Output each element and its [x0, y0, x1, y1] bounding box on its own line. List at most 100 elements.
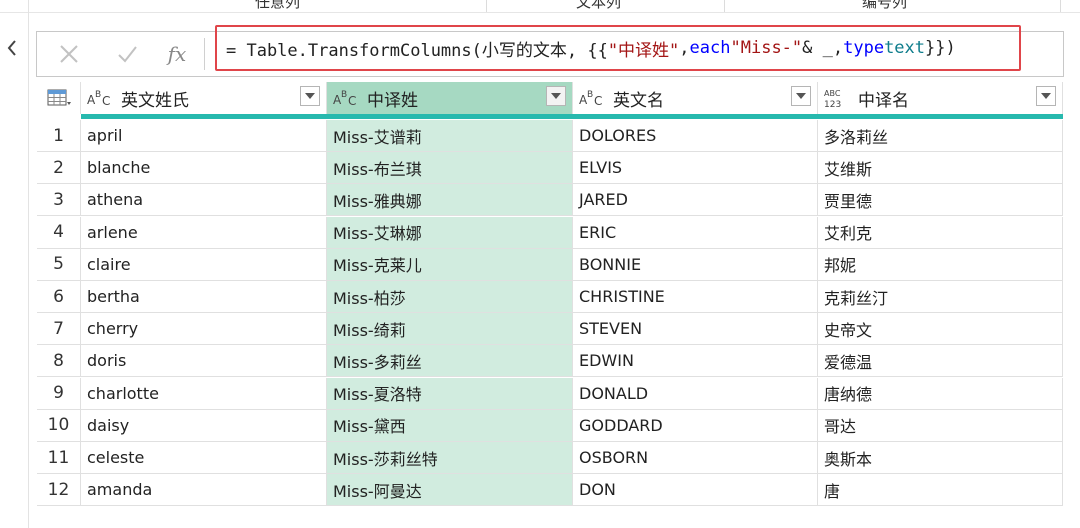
table-cell[interactable]: arlene	[81, 216, 327, 249]
commit-button[interactable]	[107, 32, 147, 76]
table-cell[interactable]: 贾里德	[818, 184, 1063, 217]
table-cell[interactable]: DOLORES	[573, 120, 818, 152]
dropdown-arrow-icon	[305, 93, 315, 99]
column-filter-button[interactable]	[300, 86, 320, 106]
column-name: 英文姓氏	[121, 90, 189, 111]
table-cell[interactable]: GODDARD	[573, 409, 818, 442]
table-row[interactable]: 8 doris Miss-多莉丝 EDWIN 爱德温	[37, 345, 1063, 378]
table-cell[interactable]: amanda	[81, 474, 327, 507]
table-menu-button[interactable]	[37, 82, 81, 114]
formula-keyword: each	[689, 38, 731, 58]
table-cell[interactable]: DONALD	[573, 377, 818, 410]
svg-text:C: C	[102, 94, 110, 108]
column-header-chinese-given-name[interactable]: ABC 123 中译名	[818, 82, 1063, 114]
table-cell[interactable]: Miss-莎莉丝特	[327, 442, 573, 474]
table-cell[interactable]: 艾利克	[818, 216, 1063, 249]
table-icon	[47, 89, 71, 106]
table-cell[interactable]: Miss-克莱儿	[327, 248, 573, 281]
table-cell[interactable]: cherry	[81, 313, 327, 346]
table-cell[interactable]: 哥达	[818, 409, 1063, 442]
table-cell[interactable]: celeste	[81, 442, 327, 474]
table-row[interactable]: 12 amanda Miss-阿曼达 DON 唐	[37, 474, 1063, 507]
svg-text:B: B	[95, 90, 101, 100]
table-row[interactable]: 1 april Miss-艾谱莉 DOLORES 多洛莉丝	[37, 120, 1063, 152]
table-cell[interactable]: 艾维斯	[818, 152, 1063, 185]
table-row[interactable]: 9 charlotte Miss-夏洛特 DONALD 唐纳德	[37, 377, 1063, 410]
ribbon-label-any-column[interactable]: 任意列	[255, 0, 300, 12]
table-cell[interactable]: Miss-夏洛特	[327, 377, 573, 410]
table-cell[interactable]: blanche	[81, 152, 327, 185]
table-cell[interactable]: 邦妮	[818, 248, 1063, 281]
table-cell[interactable]: Miss-艾琳娜	[327, 216, 573, 249]
formula-input[interactable]: = Table.TransformColumns(小写的文本, {{"中译姓",…	[215, 25, 1021, 71]
table-cell[interactable]: Miss-艾谱莉	[327, 120, 573, 152]
table-cell[interactable]: 史帝文	[818, 313, 1063, 346]
table-cell[interactable]: STEVEN	[573, 313, 818, 346]
table-row[interactable]: 3 athena Miss-雅典娜 JARED 贾里德	[37, 184, 1063, 217]
ribbon-separator	[724, 0, 725, 12]
table-cell[interactable]: BONNIE	[573, 248, 818, 281]
table-cell[interactable]: Miss-阿曼达	[327, 474, 573, 507]
row-number: 9	[37, 377, 81, 410]
table-cell[interactable]: daisy	[81, 409, 327, 442]
ribbon-separator	[1060, 0, 1061, 12]
table-cell[interactable]: Miss-柏莎	[327, 281, 573, 313]
table-cell[interactable]: Miss-布兰琪	[327, 152, 573, 185]
column-name: 中译名	[858, 90, 909, 111]
table-cell[interactable]: april	[81, 120, 327, 152]
table-row[interactable]: 11 celeste Miss-莎莉丝特 OSBORN 奥斯本	[37, 442, 1063, 474]
row-number: 7	[37, 313, 81, 346]
svg-text:B: B	[341, 90, 347, 100]
ribbon-label-text-column[interactable]: 文本列	[576, 0, 621, 12]
formula-string: "中译姓"	[607, 40, 680, 61]
table-cell[interactable]: EDWIN	[573, 345, 818, 378]
row-number: 3	[37, 184, 81, 217]
fx-icon: fx	[167, 42, 187, 66]
column-header-chinese-surname[interactable]: A B C 中译姓	[327, 82, 573, 114]
table-cell[interactable]: ELVIS	[573, 152, 818, 185]
table-cell[interactable]: charlotte	[81, 377, 327, 410]
column-filter-button[interactable]	[1036, 86, 1056, 106]
table-cell[interactable]: 唐纳德	[818, 377, 1063, 410]
table-row[interactable]: 6 bertha Miss-柏莎 CHRISTINE 克莉丝汀	[37, 281, 1063, 313]
table-cell[interactable]: CHRISTINE	[573, 281, 818, 313]
ribbon-separator	[486, 0, 487, 12]
insert-function-button[interactable]: fx	[159, 32, 195, 76]
row-number: 6	[37, 281, 81, 313]
row-number: 4	[37, 216, 81, 249]
table-cell[interactable]: ERIC	[573, 216, 818, 249]
table-row[interactable]: 4 arlene Miss-艾琳娜 ERIC 艾利克	[37, 216, 1063, 249]
table-cell[interactable]: 奥斯本	[818, 442, 1063, 474]
table-cell[interactable]: 爱德温	[818, 345, 1063, 378]
table-cell[interactable]: doris	[81, 345, 327, 378]
table-row[interactable]: 10 daisy Miss-黛西 GODDARD 哥达	[37, 409, 1063, 442]
table-cell[interactable]: DON	[573, 474, 818, 507]
column-filter-button[interactable]	[546, 86, 566, 106]
collapse-queries-button[interactable]	[0, 30, 24, 66]
column-header-row: A B C 英文姓氏 A B C 中译姓 A B C 英文名 ABC 123 中…	[37, 82, 1063, 119]
table-cell[interactable]: 多洛莉丝	[818, 120, 1063, 152]
table-cell[interactable]: Miss-绮莉	[327, 313, 573, 346]
table-cell[interactable]: bertha	[81, 281, 327, 313]
table-cell[interactable]: Miss-雅典娜	[327, 184, 573, 217]
column-header-english-given-name[interactable]: A B C 英文名	[573, 82, 818, 114]
column-filter-button[interactable]	[791, 86, 811, 106]
ribbon-label-number-column[interactable]: 编号列	[862, 0, 907, 12]
column-header-english-surname[interactable]: A B C 英文姓氏	[81, 82, 327, 114]
formula-text: }})	[925, 38, 956, 58]
table-cell[interactable]: JARED	[573, 184, 818, 217]
table-cell[interactable]: Miss-多莉丝	[327, 345, 573, 378]
cancel-button[interactable]	[49, 32, 89, 76]
dropdown-arrow-icon	[796, 93, 806, 99]
table-cell[interactable]: athena	[81, 184, 327, 217]
table-cell[interactable]: claire	[81, 248, 327, 281]
formula-type: text	[884, 38, 926, 58]
table-row[interactable]: 2 blanche Miss-布兰琪 ELVIS 艾维斯	[37, 152, 1063, 185]
table-cell[interactable]: Miss-黛西	[327, 409, 573, 442]
formula-keyword: type	[843, 38, 885, 58]
table-row[interactable]: 7 cherry Miss-绮莉 STEVEN 史帝文	[37, 313, 1063, 346]
table-cell[interactable]: OSBORN	[573, 442, 818, 474]
table-cell[interactable]: 唐	[818, 474, 1063, 507]
table-cell[interactable]: 克莉丝汀	[818, 281, 1063, 313]
table-row[interactable]: 5 claire Miss-克莱儿 BONNIE 邦妮	[37, 248, 1063, 281]
